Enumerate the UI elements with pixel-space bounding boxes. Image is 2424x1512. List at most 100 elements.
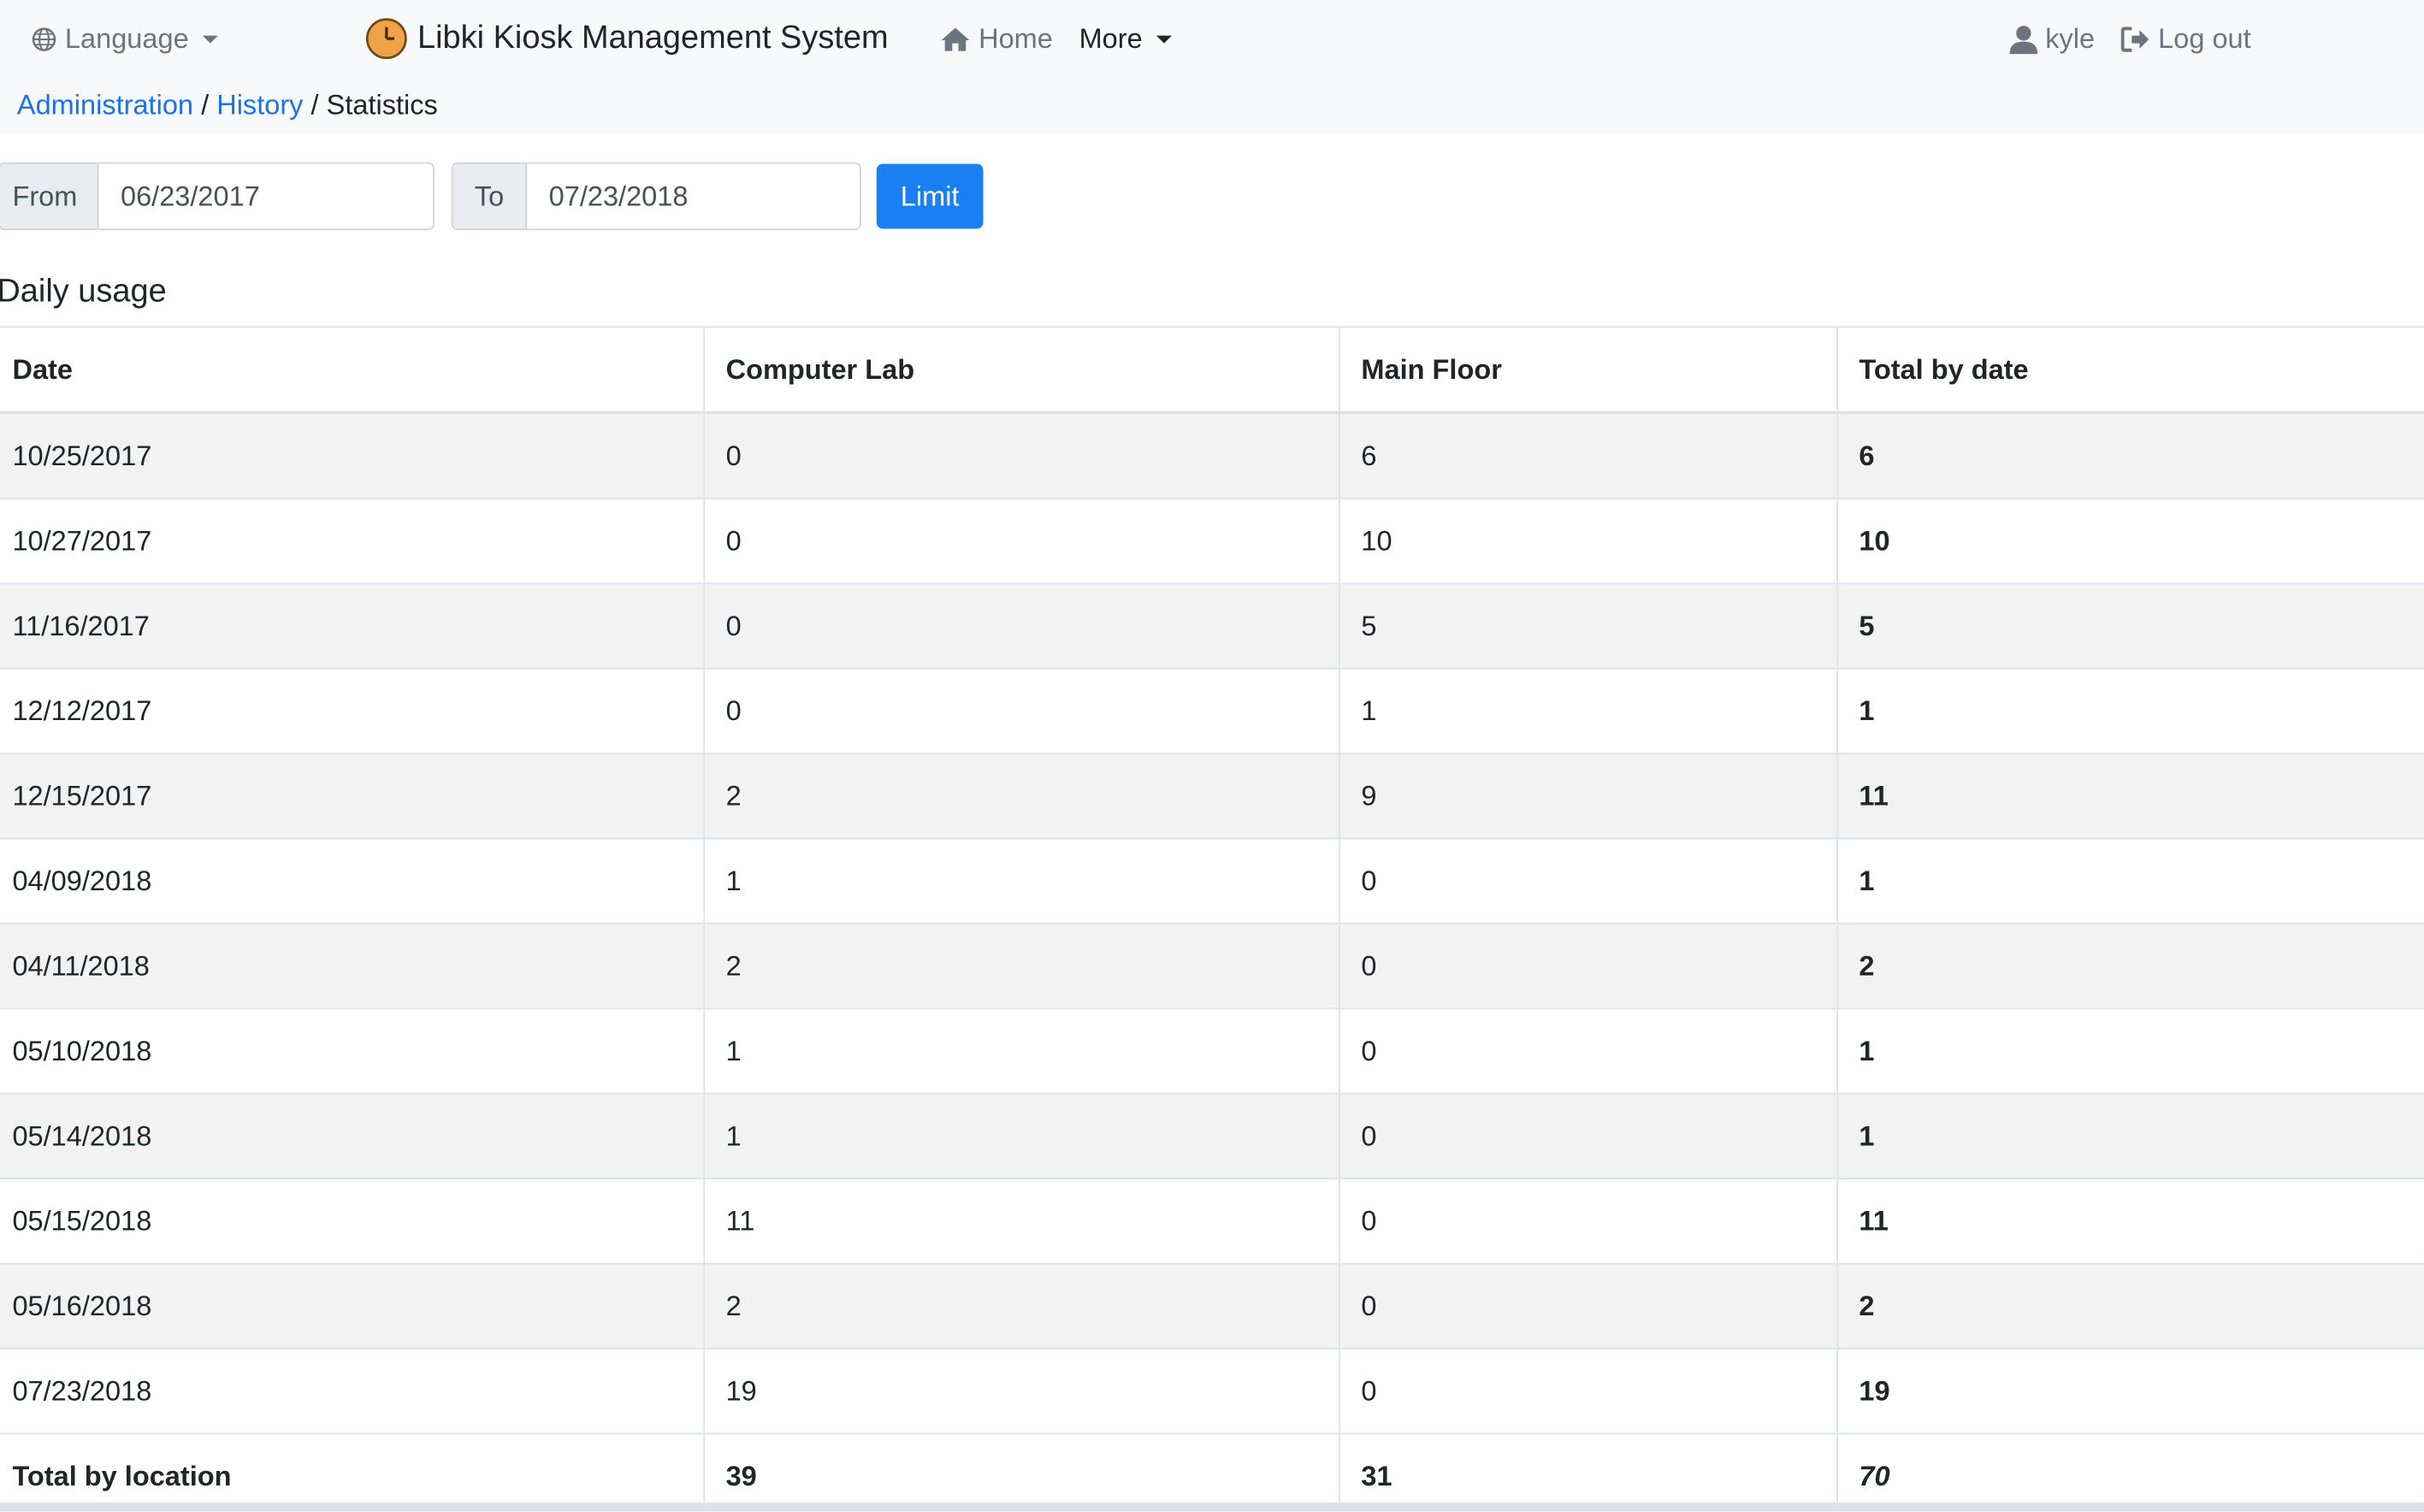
limit-button[interactable]: Limit	[876, 163, 984, 229]
cell-date: 04/09/2018	[0, 837, 704, 924]
cell-total-by-date: 11	[1836, 753, 2424, 839]
cell-computer-lab: 19	[702, 1348, 1339, 1434]
breadcrumb-administration-link[interactable]: Administration	[17, 90, 193, 121]
table-row: 05/16/2018 2 0 2	[0, 1262, 2424, 1349]
table-row: 12/15/2017 2 9 11	[0, 753, 2424, 839]
nav-more-dropdown[interactable]: More	[1079, 19, 1173, 59]
cell-total-by-date: 1	[1836, 1007, 2424, 1094]
cell-date: 05/14/2018	[0, 1092, 704, 1179]
cell-total-by-date: 11	[1836, 1178, 2424, 1264]
table-row: 12/12/2017 0 1 1	[0, 667, 2424, 754]
cell-total-by-date: 2	[1836, 923, 2424, 1009]
daily-usage-table: Date Computer Lab Main Floor Total by da…	[0, 326, 2424, 1512]
table-footer-row: Total by location 39 31 70	[0, 1432, 2424, 1512]
table-header-row: Date Computer Lab Main Floor Total by da…	[0, 326, 2424, 415]
cell-main-floor: 0	[1338, 837, 1837, 924]
cell-total-by-date: 6	[1836, 411, 2424, 499]
cell-computer-lab: 2	[702, 923, 1339, 1009]
logout-label: Log out	[2158, 22, 2251, 54]
table-row: 05/14/2018 1 0 1	[0, 1092, 2424, 1179]
to-date-input[interactable]	[527, 163, 860, 229]
cell-date: 07/23/2018	[0, 1348, 704, 1434]
cell-computer-lab: 2	[702, 753, 1339, 839]
section-title: Daily usage	[0, 273, 167, 310]
language-label: Language	[64, 22, 189, 54]
cell-main-floor: 0	[1338, 1262, 1837, 1349]
home-icon	[941, 27, 970, 50]
brand-link[interactable]: Libki Kiosk Management System	[365, 15, 889, 62]
cell-date: 04/11/2018	[0, 923, 704, 1009]
cell-date: 10/25/2017	[0, 411, 704, 499]
from-date-group: From	[0, 162, 435, 231]
cell-date: 12/12/2017	[0, 667, 704, 754]
total-computer-lab: 39	[702, 1432, 1339, 1512]
cell-date: 10/27/2017	[0, 497, 704, 584]
table-bottom-border	[0, 1502, 2424, 1512]
globe-icon	[32, 27, 56, 50]
table-row: 10/27/2017 0 10 10	[0, 497, 2424, 584]
user-icon	[2009, 25, 2038, 54]
cell-main-floor: 5	[1338, 582, 1837, 669]
cell-main-floor: 1	[1338, 667, 1837, 754]
cell-computer-lab: 0	[702, 667, 1339, 754]
cell-date: 05/10/2018	[0, 1007, 704, 1094]
breadcrumb: Administration / History / Statistics	[17, 90, 438, 122]
cell-date: 05/16/2018	[0, 1262, 704, 1349]
table-row: 05/15/2018 11 0 11	[0, 1178, 2424, 1264]
to-label: To	[452, 163, 528, 229]
cell-computer-lab: 1	[702, 1092, 1339, 1179]
cell-date: 12/15/2017	[0, 753, 704, 839]
more-label: More	[1079, 22, 1143, 54]
cell-computer-lab: 2	[702, 1262, 1339, 1349]
table-row: 10/25/2017 0 6 6	[0, 411, 2424, 499]
cell-total-by-date: 1	[1836, 1092, 2424, 1179]
cell-main-floor: 0	[1338, 1007, 1837, 1094]
column-header-total-by-date[interactable]: Total by date	[1836, 326, 2424, 415]
column-header-date[interactable]: Date	[0, 326, 704, 415]
cell-main-floor: 0	[1338, 1348, 1837, 1434]
cell-computer-lab: 1	[702, 837, 1339, 924]
table-row: 04/11/2018 2 0 2	[0, 923, 2424, 1009]
cell-main-floor: 0	[1338, 1178, 1837, 1264]
cell-main-floor: 9	[1338, 753, 1837, 839]
total-main-floor: 31	[1338, 1432, 1837, 1512]
cell-date: 11/16/2017	[0, 582, 704, 669]
cell-total-by-date: 10	[1836, 497, 2424, 584]
cell-computer-lab: 0	[702, 497, 1339, 584]
table-row: 04/09/2018 1 0 1	[0, 837, 2424, 924]
to-date-group: To	[451, 162, 861, 231]
username: kyle	[2045, 22, 2096, 54]
cell-total-by-date: 19	[1836, 1348, 2424, 1434]
home-label: Home	[978, 22, 1053, 54]
column-header-computer-lab[interactable]: Computer Lab	[702, 326, 1339, 415]
table-row: 11/16/2017 0 5 5	[0, 582, 2424, 669]
cell-computer-lab: 11	[702, 1178, 1339, 1264]
grand-total: 70	[1836, 1432, 2424, 1512]
top-navbar: Language Libki Kiosk Management System H…	[0, 0, 2424, 135]
from-label: From	[0, 163, 99, 229]
cell-main-floor: 0	[1338, 923, 1837, 1009]
table-row: 05/10/2018 1 0 1	[0, 1007, 2424, 1094]
cell-main-floor: 10	[1338, 497, 1837, 584]
cell-date: 05/15/2018	[0, 1178, 704, 1264]
column-header-main-floor[interactable]: Main Floor	[1338, 326, 1837, 415]
brand-title: Libki Kiosk Management System	[417, 20, 889, 56]
cell-total-by-date: 1	[1836, 667, 2424, 754]
sign-out-icon	[2120, 26, 2149, 51]
breadcrumb-current: Statistics	[326, 89, 438, 121]
language-dropdown[interactable]: Language	[31, 19, 219, 59]
cell-computer-lab: 0	[702, 411, 1339, 499]
nav-home-link[interactable]: Home	[940, 19, 1053, 59]
breadcrumb-history-link[interactable]: History	[216, 90, 303, 121]
logout-link[interactable]: Log out	[2120, 19, 2251, 59]
cell-total-by-date: 1	[1836, 837, 2424, 924]
cell-computer-lab: 1	[702, 1007, 1339, 1094]
breadcrumb-separator: /	[310, 89, 319, 121]
breadcrumb-separator: /	[201, 89, 210, 121]
table-row: 07/23/2018 19 0 19	[0, 1348, 2424, 1434]
from-date-input[interactable]	[98, 163, 434, 229]
chevron-down-icon	[1156, 34, 1173, 43]
user-link[interactable]: kyle	[2008, 19, 2095, 59]
chevron-down-icon	[202, 34, 219, 43]
cell-computer-lab: 0	[702, 582, 1339, 669]
